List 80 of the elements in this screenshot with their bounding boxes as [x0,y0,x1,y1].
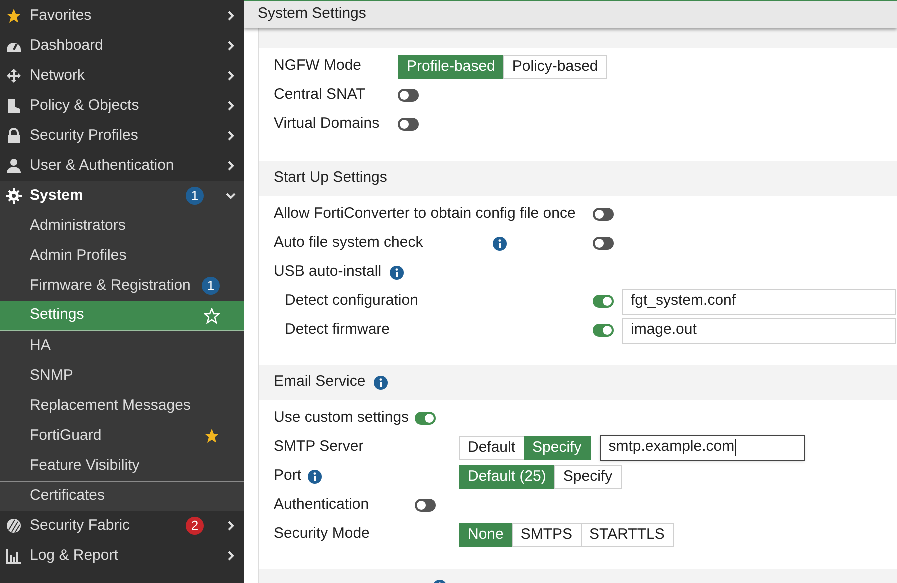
sidebar-subitem[interactable]: Administrators [0,211,244,241]
section-title: Start Up Settings [274,168,388,188]
smtp-server-field[interactable]: smtp.example.com [600,434,805,460]
count-badge: 2 [186,517,204,535]
sidebar-subitem[interactable]: Admin Profiles [0,241,244,271]
info-icon[interactable] [493,236,507,250]
segment-button[interactable]: Specify [554,464,622,488]
page-title: System Settings [258,4,366,24]
user-icon [6,158,22,174]
sidebar-item[interactable]: Dashboard [0,31,244,61]
toggle-switch[interactable] [415,412,436,425]
sidebar-item[interactable]: User & Authentication [0,151,244,181]
segment-button[interactable]: Policy-based [503,54,608,78]
toggle-switch[interactable] [593,324,614,337]
sidebar-item[interactable]: Policy & Objects [0,91,244,121]
field-label: Allow FortiConverter to obtain config file once [274,204,576,224]
segment-button[interactable]: Default [459,436,525,460]
lock-icon [6,128,22,144]
sidebar-item[interactable]: Security Fabric 2 [0,511,244,541]
chevron-right-icon [226,521,236,531]
chevron-right-icon [226,131,236,141]
segment-button[interactable]: SMTPS [512,522,582,546]
sidebar-item[interactable]: Network [0,61,244,91]
chevron-right-icon [226,71,236,81]
field-label: NGFW Mode [274,56,362,76]
toggle-switch[interactable] [415,499,436,512]
field-label: SMTP Server [274,437,364,458]
field-label: USB auto-install [274,262,382,282]
sidebar-item[interactable]: Log & Report [0,541,244,571]
chevron-right-icon [226,101,236,111]
sidebar-subitem[interactable]: Settings [0,301,244,331]
chevron-right-icon [226,161,236,171]
segment-button[interactable]: Specify [524,436,591,460]
section-title: Email Service [274,372,366,392]
sidebar-subitem[interactable]: HA [0,331,244,361]
sidebar-subitem[interactable]: FortiGuard [0,421,244,451]
toggle-switch[interactable] [398,89,419,102]
star-icon[interactable] [204,428,220,444]
chevron-right-icon [226,41,236,51]
field-label: Detect configuration [285,291,418,312]
sidebar-item[interactable]: Security Profiles [0,121,244,151]
star-outline-icon[interactable] [204,308,220,324]
info-icon[interactable] [390,266,404,280]
chevron-down-icon [226,191,236,201]
info-icon[interactable] [374,376,388,390]
document-icon [6,98,22,114]
toggle-switch[interactable] [593,208,614,221]
segment-button[interactable]: Profile-based [398,54,504,78]
gear-icon [6,188,22,204]
field-label: Central SNAT [274,85,366,106]
field-label: Auto file system check [274,233,424,254]
chevron-right-icon [226,11,236,21]
sidebar-subitem[interactable]: Feature Visibility [0,451,244,481]
sidebar-subitem[interactable]: SNMP [0,361,244,391]
text-field[interactable]: fgt_system.conf [622,288,896,314]
field-label: Security Mode [274,524,370,544]
chevron-right-icon [226,551,236,561]
move-arrows-icon [6,68,22,84]
count-badge: 1 [186,187,204,205]
sidebar-item[interactable]: Favorites [0,1,244,31]
star-icon [6,8,22,24]
segment-button[interactable]: STARTTLS [580,522,674,546]
text-field[interactable]: image.out [622,318,896,344]
toggle-switch[interactable] [593,237,614,250]
bar-chart-icon [6,548,22,564]
sidebar-subitem[interactable]: Replacement Messages [0,391,244,421]
field-label: Port [274,466,302,486]
toggle-switch[interactable] [398,118,419,131]
segment-button[interactable]: None [459,522,513,546]
sidebar-subitem[interactable]: Firmware & Registration 1 [0,271,244,301]
field-label: Detect firmware [285,320,390,340]
segment-button[interactable]: Default (25) [459,464,556,488]
toggle-switch[interactable] [593,295,614,308]
count-badge: 1 [202,277,220,295]
sidebar-item[interactable]: System 1 [0,181,244,211]
info-icon[interactable] [308,470,322,484]
field-label: Virtual Domains [274,114,380,134]
field-label: Authentication [274,495,370,516]
field-label: Use custom settings [274,408,410,428]
fabric-icon [6,518,22,534]
